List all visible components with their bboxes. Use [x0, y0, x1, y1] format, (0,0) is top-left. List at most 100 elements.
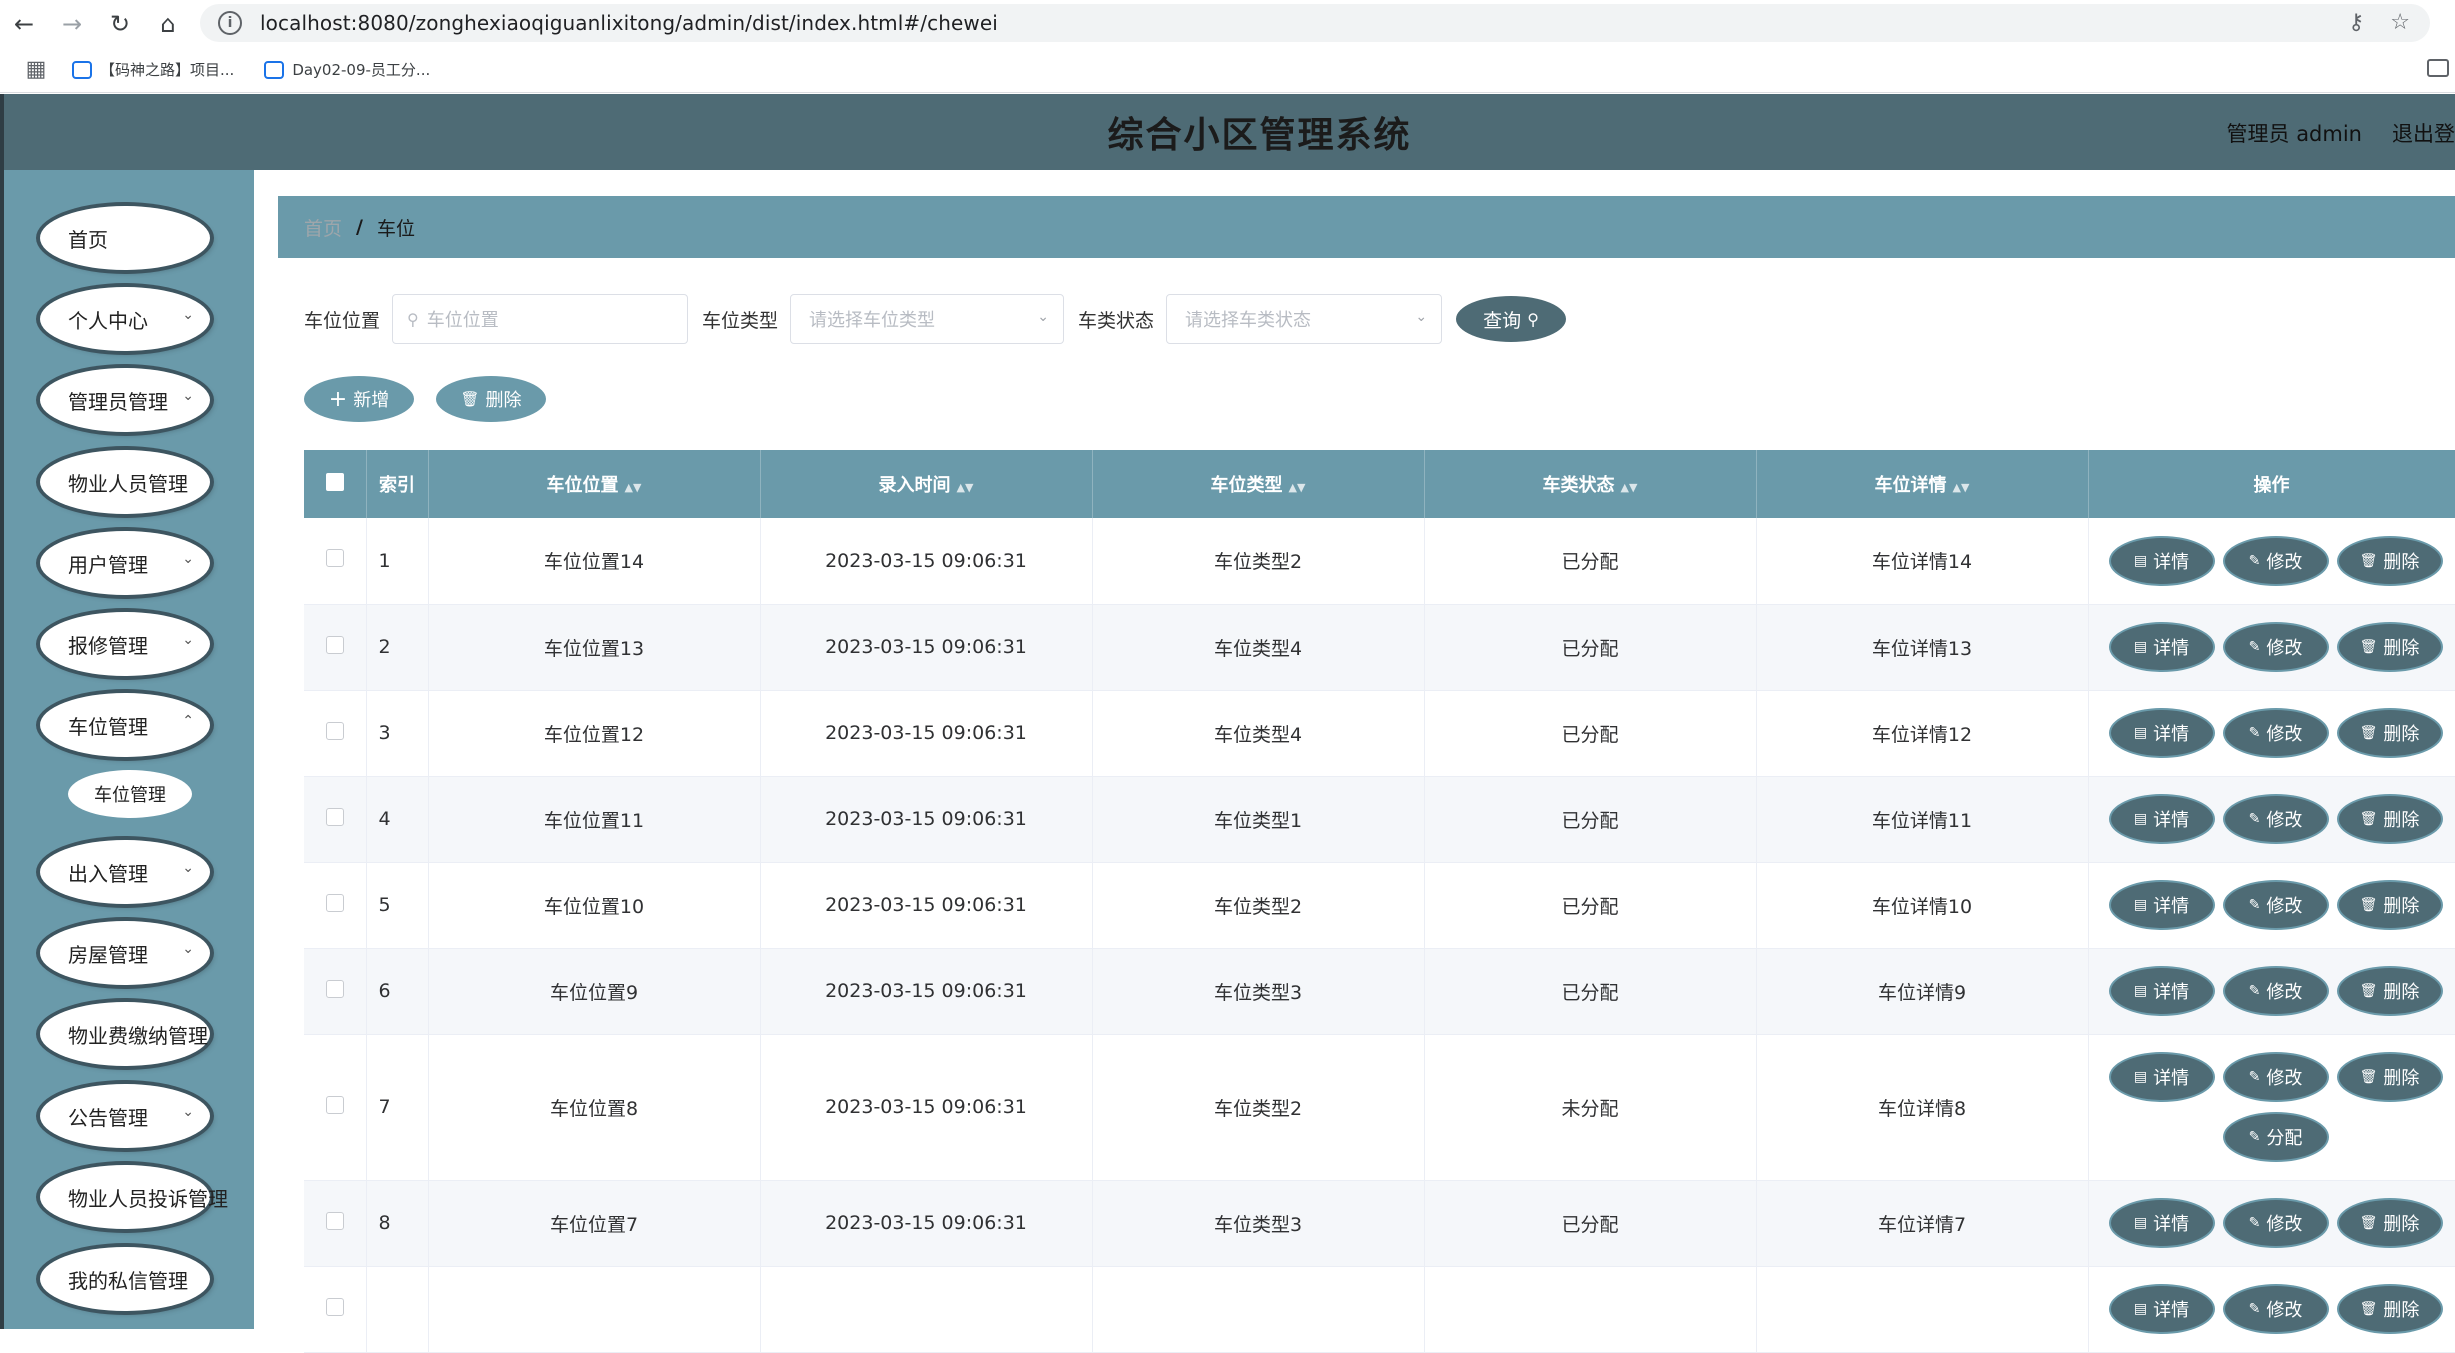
sidebar-item-access[interactable]: 出入管理 ⌄ — [40, 840, 210, 904]
address-bar[interactable]: i localhost:8080/zonghexiaoqiguanlixiton… — [200, 4, 2430, 42]
detail-button[interactable]: ▤ 详情 — [2110, 882, 2213, 928]
delete-button[interactable]: 🗑 删除 — [2338, 624, 2441, 670]
site-info-icon[interactable]: i — [218, 11, 242, 35]
row-checkbox[interactable] — [325, 979, 344, 998]
sidebar-item-repair[interactable]: 报修管理 ⌄ — [40, 612, 210, 676]
delete-button[interactable]: 🗑 删除 — [2338, 537, 2441, 584]
logout-link[interactable]: 退出登 — [2392, 118, 2455, 148]
cell-detail: 车位详情11 — [1756, 776, 2089, 863]
sort-icon[interactable]: ▲▼ — [957, 481, 974, 494]
batch-delete-button[interactable]: 🗑 删除 — [436, 376, 546, 422]
select-all-checkbox[interactable] — [325, 472, 344, 491]
detail-button[interactable]: ▤ 详情 — [2110, 1200, 2213, 1246]
breadcrumb-home[interactable]: 首页 — [304, 214, 342, 241]
sidebar-item-messages[interactable]: 我的私信管理 — [40, 1247, 210, 1311]
reload-icon[interactable]: ↻ — [96, 0, 144, 47]
header-detail[interactable]: 车位详情 ▲▼ — [1756, 450, 2089, 518]
bookmark-item[interactable]: 【码神之路】项目... — [72, 59, 234, 80]
edit-button[interactable]: ✎ 修改 — [2224, 882, 2327, 928]
edit-button[interactable]: ✎ 修改 — [2224, 968, 2327, 1014]
row-checkbox[interactable] — [325, 635, 344, 654]
header-type[interactable]: 车位类型 ▲▼ — [1092, 450, 1425, 518]
row-select-cell[interactable] — [304, 948, 367, 1035]
status-placeholder: 请选择车类状态 — [1185, 310, 1312, 331]
delete-button[interactable]: 🗑 删除 — [2338, 1200, 2441, 1246]
sidebar-subitem-parking[interactable]: 车位管理 — [68, 770, 192, 818]
edit-button[interactable]: ✎ 修改 — [2224, 710, 2327, 756]
edit-button[interactable]: ✎ 修改 — [2224, 1286, 2327, 1332]
sidebar-item-home[interactable]: 首页 — [40, 206, 210, 270]
delete-button[interactable]: 🗑 删除 — [2338, 710, 2441, 756]
header-status[interactable]: 车类状态 ▲▼ — [1424, 450, 1757, 518]
row-checkbox[interactable] — [325, 549, 344, 568]
status-select[interactable]: 请选择车类状态 ⌄ — [1166, 294, 1443, 344]
sort-icon[interactable]: ▲▼ — [1953, 481, 1970, 494]
delete-button[interactable]: 🗑 删除 — [2338, 1054, 2441, 1100]
sidebar-item-property-staff[interactable]: 物业人员管理 — [40, 450, 210, 514]
add-button[interactable]: + 新增 — [304, 376, 414, 422]
detail-button[interactable]: ▤ 详情 — [2110, 1286, 2213, 1332]
sidebar-item-housing[interactable]: 房屋管理 ⌄ — [40, 921, 210, 985]
edit-icon: ✎ — [2248, 983, 2261, 999]
detail-button[interactable]: ▤ 详情 — [2110, 1054, 2213, 1100]
row-select-cell[interactable] — [304, 690, 367, 777]
row-select-cell[interactable] — [304, 604, 367, 691]
header-time[interactable]: 录入时间 ▲▼ — [760, 450, 1093, 518]
edit-button[interactable]: ✎ 修改 — [2224, 624, 2327, 670]
sidebar-item-personal-center[interactable]: 个人中心 ⌄ — [40, 287, 210, 351]
sidebar-item-property-fee[interactable]: 物业费缴纳管理 — [40, 1002, 210, 1066]
forward-icon[interactable]: → — [48, 0, 96, 47]
sort-icon[interactable]: ▲▼ — [1621, 481, 1638, 494]
query-button[interactable]: 查询 ⚲ — [1456, 296, 1567, 342]
sort-icon[interactable]: ▲▼ — [625, 481, 642, 494]
detail-button[interactable]: ▤ 详情 — [2110, 796, 2213, 842]
row-select-cell[interactable] — [304, 1034, 367, 1181]
sort-icon[interactable]: ▲▼ — [1289, 481, 1306, 494]
detail-button[interactable]: ▤ 详情 — [2110, 537, 2213, 584]
row-checkbox[interactable] — [325, 1211, 344, 1230]
delete-button[interactable]: 🗑 删除 — [2338, 796, 2441, 842]
edit-button[interactable]: ✎ 修改 — [2224, 537, 2327, 584]
row-select-cell[interactable] — [304, 1266, 367, 1353]
row-select-cell[interactable] — [304, 518, 367, 605]
location-input[interactable]: ⚲ 车位位置 — [392, 294, 689, 344]
row-select-cell[interactable] — [304, 1180, 367, 1267]
url-text[interactable]: localhost:8080/zonghexiaoqiguanlixitong/… — [260, 11, 998, 35]
home-icon[interactable]: ⌂ — [144, 0, 192, 47]
folder-icon[interactable] — [2427, 59, 2449, 77]
edit-button[interactable]: ✎ 修改 — [2224, 1200, 2327, 1246]
sidebar-item-user-management[interactable]: 用户管理 ⌄ — [40, 531, 210, 595]
edit-button[interactable]: ✎ 修改 — [2224, 1054, 2327, 1100]
delete-button[interactable]: 🗑 删除 — [2338, 882, 2441, 928]
back-icon[interactable]: ← — [0, 0, 48, 47]
row-select-cell[interactable] — [304, 776, 367, 863]
detail-button[interactable]: ▤ 详情 — [2110, 968, 2213, 1014]
delete-button[interactable]: 🗑 删除 — [2338, 1286, 2441, 1332]
assign-button[interactable]: ✎ 分配 — [2224, 1114, 2327, 1160]
key-icon[interactable]: ⚷ — [2348, 10, 2364, 35]
delete-button[interactable]: 🗑 删除 — [2338, 968, 2441, 1014]
star-icon[interactable]: ☆ — [2390, 10, 2410, 35]
sidebar-item-announcement[interactable]: 公告管理 ⌄ — [40, 1084, 210, 1148]
apps-grid-icon[interactable]: ▦ — [0, 57, 72, 82]
type-select[interactable]: 请选择车位类型 ⌄ — [790, 294, 1065, 344]
row-select-cell[interactable] — [304, 862, 367, 949]
select-all-cell[interactable] — [304, 450, 367, 518]
sidebar-item-admin-management[interactable]: 管理员管理 ⌄ — [40, 368, 210, 432]
sidebar-item-complaints[interactable]: 物业人员投诉管理 — [40, 1165, 228, 1229]
row-checkbox[interactable] — [325, 1297, 344, 1316]
row-checkbox[interactable] — [325, 1095, 344, 1114]
detail-button[interactable]: ▤ 详情 — [2110, 624, 2213, 670]
cell-type: 车位类型1 — [1092, 776, 1425, 863]
row-checkbox[interactable] — [325, 721, 344, 740]
header-location[interactable]: 车位位置 ▲▼ — [428, 450, 761, 518]
row-checkbox[interactable] — [325, 893, 344, 912]
detail-label: 详情 — [2153, 638, 2190, 659]
cell-status: 已分配 — [1424, 948, 1757, 1035]
sidebar-item-parking[interactable]: 车位管理 ⌃ — [40, 693, 210, 757]
edit-button[interactable]: ✎ 修改 — [2224, 796, 2327, 842]
detail-button[interactable]: ▤ 详情 — [2110, 710, 2213, 756]
row-checkbox[interactable] — [325, 807, 344, 826]
bookmark-item[interactable]: Day02-09-员工分... — [264, 59, 430, 80]
cell-actions: ▤ 详情 ✎ 修改 🗑 删除 — [2088, 776, 2455, 863]
